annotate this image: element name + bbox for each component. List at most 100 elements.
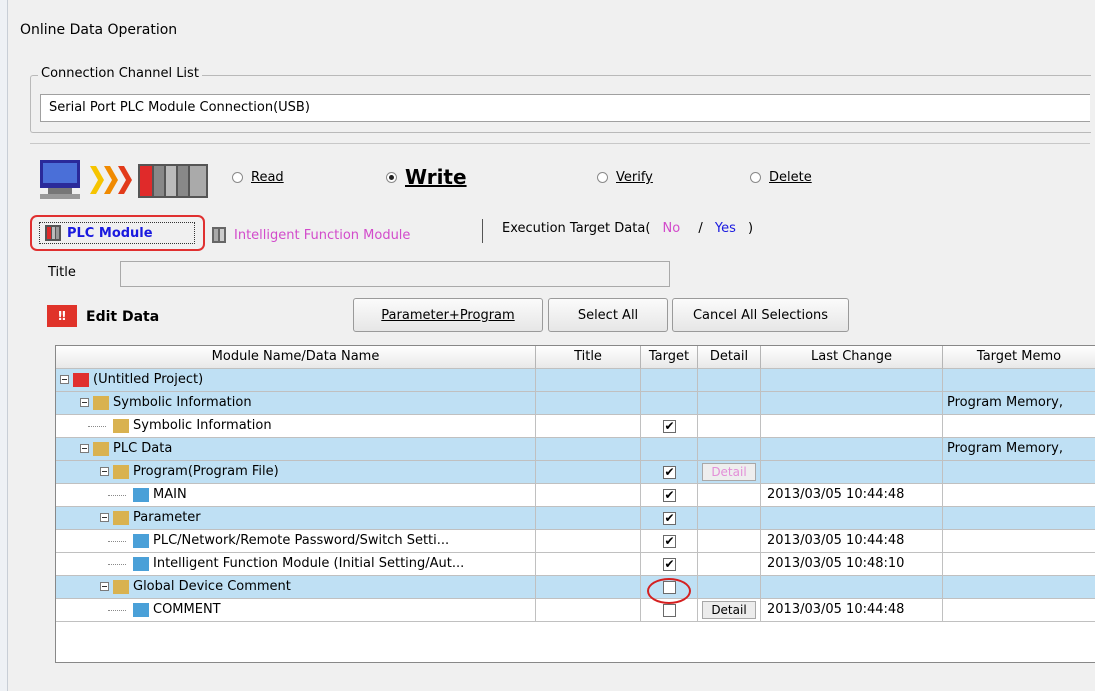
row-title-cell[interactable] bbox=[536, 576, 641, 599]
verify-option[interactable]: Verify bbox=[597, 170, 653, 185]
target-checkbox[interactable]: ✔ bbox=[663, 489, 676, 502]
write-label[interactable]: Write bbox=[405, 165, 467, 189]
row-name-cell[interactable]: Global Device Comment bbox=[56, 576, 536, 599]
row-target-memory-cell bbox=[943, 484, 1095, 507]
delete-label[interactable]: Delete bbox=[769, 170, 812, 185]
header-name[interactable]: Module Name/Data Name bbox=[56, 346, 536, 369]
folder-icon bbox=[93, 396, 109, 410]
select-all-button[interactable]: Select All bbox=[548, 298, 668, 332]
parameter-program-label[interactable]: Parameter+Program bbox=[381, 308, 514, 323]
row-target-memory-cell bbox=[943, 507, 1095, 530]
table-row[interactable]: Intelligent Function Module (Initial Set… bbox=[56, 553, 1095, 576]
row-name-cell[interactable]: Intelligent Function Module (Initial Set… bbox=[56, 553, 536, 576]
collapse-toggle-icon[interactable] bbox=[100, 582, 109, 591]
row-title-cell[interactable] bbox=[536, 392, 641, 415]
row-name-cell[interactable]: PLC/Network/Remote Password/Switch Setti… bbox=[56, 530, 536, 553]
row-name-cell[interactable]: (Untitled Project) bbox=[56, 369, 536, 392]
verify-radio[interactable] bbox=[597, 172, 608, 183]
row-name-cell[interactable]: PLC Data bbox=[56, 438, 536, 461]
target-checkbox[interactable]: ✔ bbox=[663, 420, 676, 433]
row-name-cell[interactable]: Symbolic Information bbox=[56, 415, 536, 438]
tab-intelligent-label[interactable]: Intelligent Function Module bbox=[234, 228, 410, 243]
header-target-memory[interactable]: Target Memo bbox=[943, 346, 1095, 369]
table-row[interactable]: PLC/Network/Remote Password/Switch Setti… bbox=[56, 530, 1095, 553]
detail-button[interactable]: Detail bbox=[702, 463, 756, 481]
collapse-toggle-icon[interactable] bbox=[80, 398, 89, 407]
row-name-text[interactable]: Symbolic Information bbox=[133, 415, 272, 437]
edit-data-label: Edit Data bbox=[86, 309, 160, 325]
folder-icon bbox=[113, 511, 129, 525]
header-title[interactable]: Title bbox=[536, 346, 641, 369]
read-radio[interactable] bbox=[232, 172, 243, 183]
tab-plc-module-focus[interactable]: PLC Module bbox=[39, 222, 195, 244]
target-checkbox[interactable]: ✔ bbox=[663, 558, 676, 571]
header-last-change[interactable]: Last Change bbox=[761, 346, 943, 369]
write-radio[interactable] bbox=[386, 171, 397, 183]
table-row[interactable]: (Untitled Project) bbox=[56, 369, 1095, 392]
collapse-toggle-icon[interactable] bbox=[80, 444, 89, 453]
target-checkbox[interactable] bbox=[663, 604, 676, 617]
title-label: Title bbox=[48, 265, 76, 280]
row-name-text[interactable]: PLC Data bbox=[113, 438, 172, 460]
table-row[interactable]: MAIN ✔ 2013/03/05 10:44:48 bbox=[56, 484, 1095, 507]
row-name-text[interactable]: Parameter bbox=[133, 507, 201, 529]
tab-plc-module[interactable]: PLC Module bbox=[30, 215, 205, 251]
write-option[interactable]: Write bbox=[386, 165, 467, 189]
row-name-cell[interactable]: MAIN bbox=[56, 484, 536, 507]
detail-button[interactable]: Detail bbox=[702, 601, 756, 619]
table-row[interactable]: Symbolic Information Program Memory, bbox=[56, 392, 1095, 415]
row-name-cell[interactable]: Parameter bbox=[56, 507, 536, 530]
delete-radio[interactable] bbox=[750, 172, 761, 183]
row-title-cell[interactable] bbox=[536, 599, 641, 622]
target-checkbox[interactable]: ✔ bbox=[663, 512, 676, 525]
table-row[interactable]: COMMENT Detail 2013/03/05 10:44:48 bbox=[56, 599, 1095, 622]
read-label[interactable]: Read bbox=[251, 170, 284, 185]
row-name-text[interactable]: Symbolic Information bbox=[113, 392, 252, 414]
connection-channel-list[interactable]: Serial Port PLC Module Connection(USB) bbox=[40, 94, 1090, 122]
row-name-text[interactable]: (Untitled Project) bbox=[93, 369, 203, 391]
row-name-cell[interactable]: Symbolic Information bbox=[56, 392, 536, 415]
row-title-cell[interactable] bbox=[536, 507, 641, 530]
row-title-cell[interactable] bbox=[536, 438, 641, 461]
row-title-cell[interactable] bbox=[536, 484, 641, 507]
parameter-program-button[interactable]: Parameter+Program bbox=[353, 298, 543, 332]
table-row[interactable]: Symbolic Information ✔ bbox=[56, 415, 1095, 438]
header-detail[interactable]: Detail bbox=[698, 346, 761, 369]
row-title-cell[interactable] bbox=[536, 553, 641, 576]
row-title-cell[interactable] bbox=[536, 530, 641, 553]
row-title-cell[interactable] bbox=[536, 415, 641, 438]
cancel-all-label[interactable]: Cancel All Selections bbox=[693, 308, 828, 323]
row-target-cell: ✔ bbox=[641, 553, 698, 576]
tab-intelligent-function-module[interactable]: Intelligent Function Module bbox=[212, 227, 410, 243]
read-option[interactable]: Read bbox=[232, 170, 284, 185]
row-name-text[interactable]: MAIN bbox=[153, 484, 187, 506]
row-title-cell[interactable] bbox=[536, 369, 641, 392]
delete-option[interactable]: Delete bbox=[750, 170, 812, 185]
header-target[interactable]: Target bbox=[641, 346, 698, 369]
target-checkbox[interactable]: ✔ bbox=[663, 535, 676, 548]
row-name-text[interactable]: Intelligent Function Module (Initial Set… bbox=[153, 553, 464, 575]
row-name-cell[interactable]: Program(Program File) bbox=[56, 461, 536, 484]
row-name-text[interactable]: Program(Program File) bbox=[133, 461, 279, 483]
row-title-cell[interactable] bbox=[536, 461, 641, 484]
collapse-toggle-icon[interactable] bbox=[60, 375, 69, 384]
row-name-text[interactable]: PLC/Network/Remote Password/Switch Setti… bbox=[153, 530, 449, 552]
table-row[interactable]: Parameter ✔ bbox=[56, 507, 1095, 530]
row-target-memory-cell bbox=[943, 576, 1095, 599]
collapse-toggle-icon[interactable] bbox=[100, 467, 109, 476]
table-row[interactable]: Program(Program File) ✔ Detail bbox=[56, 461, 1095, 484]
collapse-toggle-icon[interactable] bbox=[100, 513, 109, 522]
row-name-text[interactable]: COMMENT bbox=[153, 599, 221, 621]
row-name-cell[interactable]: COMMENT bbox=[56, 599, 536, 622]
row-detail-cell bbox=[698, 484, 761, 507]
select-all-label[interactable]: Select All bbox=[578, 308, 638, 323]
table-row[interactable]: Global Device Comment bbox=[56, 576, 1095, 599]
verify-label[interactable]: Verify bbox=[616, 170, 653, 185]
row-name-text[interactable]: Global Device Comment bbox=[133, 576, 291, 598]
tree-connector bbox=[88, 426, 106, 427]
target-checkbox[interactable]: ✔ bbox=[663, 466, 676, 479]
cancel-all-selections-button[interactable]: Cancel All Selections bbox=[672, 298, 849, 332]
connection-channel-item[interactable]: Serial Port PLC Module Connection(USB) bbox=[49, 100, 310, 115]
tab-plc-module-label[interactable]: PLC Module bbox=[67, 226, 153, 241]
table-row[interactable]: PLC Data Program Memory, bbox=[56, 438, 1095, 461]
